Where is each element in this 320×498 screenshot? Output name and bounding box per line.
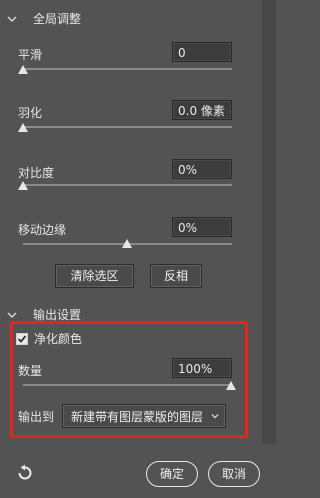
decontaminate-checkbox-row[interactable]: 净化颜色 <box>16 330 82 347</box>
output-to-select[interactable]: 新建带有图层蒙版的图层 <box>62 404 226 428</box>
reset-arrow-icon <box>18 464 32 480</box>
smooth-label: 平滑 <box>18 48 43 62</box>
amount-field[interactable]: 100% <box>172 358 232 378</box>
feather-field[interactable]: 0.0 像素 <box>172 100 232 120</box>
reset-button[interactable] <box>16 464 34 482</box>
amount-slider-thumb[interactable] <box>226 381 236 390</box>
chevron-down-icon <box>211 413 219 419</box>
panel-scrollbar[interactable] <box>262 0 276 444</box>
feather-slider-track[interactable] <box>23 126 232 128</box>
section-global-adjust-title: 全局调整 <box>33 12 82 26</box>
smooth-slider-thumb[interactable] <box>18 65 28 74</box>
ok-button[interactable]: 确定 <box>146 461 198 487</box>
contrast-field[interactable]: 0% <box>172 159 232 179</box>
contrast-label: 对比度 <box>18 166 55 180</box>
shift-edge-slider-thumb[interactable] <box>122 239 132 248</box>
smooth-slider-track[interactable] <box>23 68 232 70</box>
cancel-button[interactable]: 取消 <box>208 461 260 487</box>
decontaminate-checkbox[interactable] <box>16 332 28 345</box>
shift-edge-field[interactable]: 0% <box>172 217 232 237</box>
shift-edge-label: 移动边缘 <box>18 223 67 237</box>
smooth-field[interactable]: 0 <box>172 42 232 62</box>
feather-slider-thumb[interactable] <box>18 123 28 132</box>
invert-button[interactable]: 反相 <box>150 264 202 288</box>
contrast-slider-thumb[interactable] <box>18 181 28 190</box>
section-global-adjust-header[interactable]: 全局调整 <box>7 10 81 27</box>
amount-label: 数量 <box>18 364 43 378</box>
chevron-down-icon <box>7 312 17 318</box>
output-to-label: 输出到 <box>18 410 55 424</box>
checkmark-icon <box>17 334 27 343</box>
amount-slider-track[interactable] <box>23 384 232 386</box>
chevron-down-icon <box>7 16 17 22</box>
clear-selection-button[interactable]: 清除选区 <box>55 264 134 288</box>
feather-label: 羽化 <box>18 106 43 120</box>
decontaminate-label: 净化颜色 <box>34 332 83 346</box>
output-to-select-value: 新建带有图层蒙版的图层 <box>71 409 204 424</box>
contrast-slider-track[interactable] <box>23 184 232 186</box>
